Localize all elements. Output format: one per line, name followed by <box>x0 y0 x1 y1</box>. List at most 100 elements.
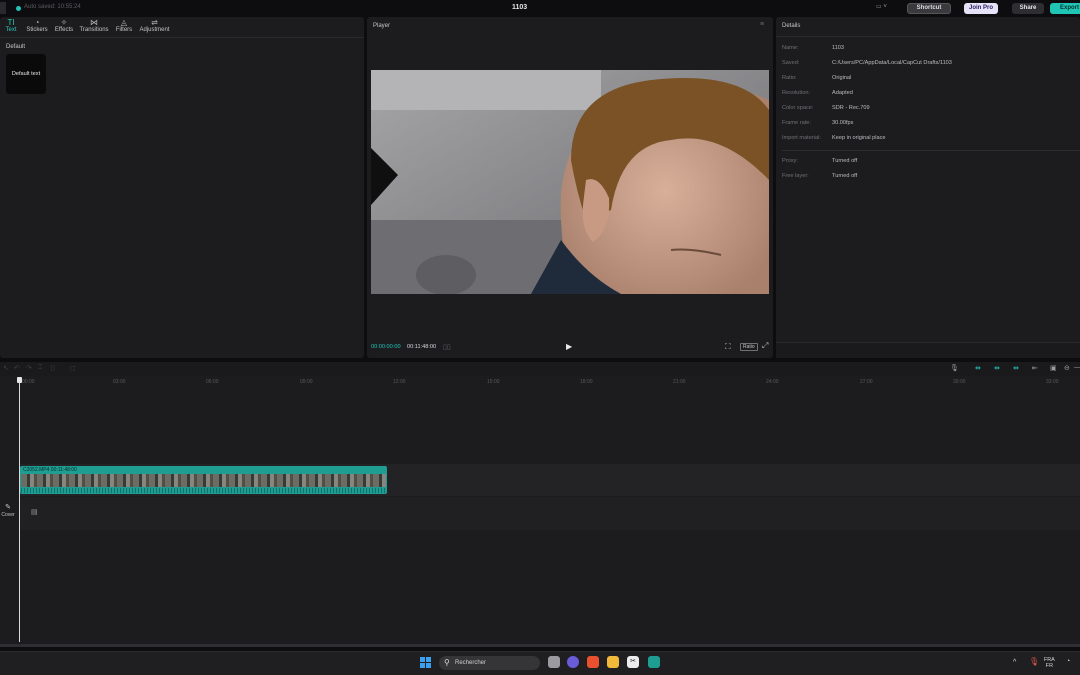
search-icon: ⚲ <box>444 658 450 667</box>
microphone-tray-icon[interactable]: 🎙 <box>1029 657 1039 666</box>
film-icon: ▤ <box>31 509 38 516</box>
detail-label: Import material: <box>782 135 821 141</box>
ruler-tick: 30:00 <box>953 379 966 385</box>
windows-start-icon[interactable] <box>420 657 431 668</box>
default-text-tile[interactable]: Default text <box>6 54 46 94</box>
auto-snap-icon[interactable]: ⇹ <box>994 364 1000 372</box>
video-preview[interactable] <box>371 70 769 294</box>
sticker-icon: ◔ <box>34 18 40 27</box>
cover-button[interactable]: ✎ Cover <box>0 504 16 524</box>
chevron-up-icon[interactable]: ^ <box>1013 659 1016 666</box>
search-placeholder: Rechercher <box>455 660 487 666</box>
ruler-tick: 09:00 <box>300 379 313 385</box>
tab-effects[interactable]: ✧ Effects <box>54 18 74 33</box>
layout-icon[interactable]: ▭ ˅ <box>876 3 894 13</box>
task-view-icon[interactable] <box>548 656 560 668</box>
ruler-tick: 27:00 <box>860 379 873 385</box>
detail-value: 1103 <box>832 45 845 51</box>
share-button[interactable]: Share <box>1012 3 1044 14</box>
detail-value: Turned off <box>832 173 858 179</box>
current-time: 00:00:00:00 <box>371 344 401 350</box>
ruler-tick: 18:00 <box>580 379 593 385</box>
timeline-toolbar <box>0 362 1080 376</box>
details-title: Details <box>782 23 801 29</box>
language-indicator[interactable]: FRA FR <box>1044 657 1055 669</box>
preview-axis-icon[interactable]: ⇤ <box>1032 364 1038 372</box>
ratio-button[interactable]: Ratio <box>740 343 758 351</box>
details-footer <box>776 342 1080 358</box>
detail-label: Frame rate: <box>782 120 811 126</box>
audio-track[interactable] <box>20 497 1080 530</box>
player-title: Player <box>373 23 391 29</box>
detail-value: C:/Users/PC/AppData/Local/CapCut Drafts/… <box>832 60 952 66</box>
playhead[interactable] <box>19 378 20 642</box>
details-divider <box>776 36 1080 37</box>
detail-label: Proxy: <box>782 158 798 164</box>
chat-icon[interactable] <box>567 656 579 668</box>
clip-audio-waveform <box>21 488 386 493</box>
capcut-icon[interactable]: ✂ <box>627 656 639 668</box>
zoom-out-icon[interactable]: ⊖ <box>1064 364 1070 372</box>
tab-filters[interactable]: ◬ Filters <box>114 18 134 33</box>
frame-icon[interactable]: ▯▯ <box>443 343 451 351</box>
details-divider <box>782 150 1080 151</box>
detail-value: Original <box>832 75 852 81</box>
project-title: 1103 <box>512 4 528 11</box>
text-icon: TI <box>7 18 15 27</box>
app-icon[interactable] <box>648 656 660 668</box>
detail-label: Color space: <box>782 105 814 111</box>
join-pro-button[interactable]: Join Pro <box>964 3 998 14</box>
autosave-status-icon <box>16 6 21 11</box>
split-icon[interactable]: ⌶ <box>38 364 42 372</box>
shortcut-button[interactable]: Shortcut <box>907 3 951 14</box>
tab-text[interactable]: TI Text <box>4 18 18 33</box>
menu-icon[interactable]: ≡ <box>760 21 764 28</box>
toolbar-divider <box>0 37 364 38</box>
file-explorer-icon[interactable] <box>607 656 619 668</box>
microphone-icon[interactable]: 🎙 <box>950 364 959 372</box>
detail-label: Ratio: <box>782 75 797 81</box>
detail-value: SDR - Rec.709 <box>832 105 870 111</box>
detail-value: Keep in original place <box>832 135 886 141</box>
details-panel <box>776 17 1080 358</box>
redo-icon[interactable]: ↷ <box>26 364 32 372</box>
detail-label: Resolution: <box>782 90 810 96</box>
section-label: Default <box>6 44 26 50</box>
tab-stickers[interactable]: ◔ Stickers <box>26 18 48 33</box>
export-button[interactable]: Export <box>1050 3 1080 14</box>
timeline-scrollbar[interactable] <box>0 644 1080 647</box>
playhead-handle[interactable] <box>17 377 22 383</box>
app-menu-icon[interactable] <box>0 2 6 14</box>
detail-value: 30.00fps <box>832 120 854 126</box>
zoom-slider-icon[interactable]: — <box>1074 364 1080 371</box>
tab-adjustment[interactable]: ⇌ Adjustment <box>138 18 171 33</box>
media-panel <box>0 17 364 358</box>
time-ruler[interactable] <box>20 376 1080 388</box>
pencil-icon: ✎ <box>5 504 11 511</box>
tab-transitions[interactable]: ⋈ Transitions <box>79 18 109 33</box>
network-icon[interactable]: ◔ <box>1066 658 1070 665</box>
ruler-tick: 21:00 <box>673 379 686 385</box>
ruler-tick: 00:00 <box>22 379 35 385</box>
detail-label: Free layer: <box>782 173 809 179</box>
play-button[interactable]: ▶ <box>566 342 572 351</box>
crop-icon[interactable]: ⛶ <box>725 342 731 352</box>
ruler-tick: 15:00 <box>487 379 500 385</box>
fullscreen-icon[interactable]: ⤢ <box>762 341 768 351</box>
undo-icon[interactable]: ↶ <box>14 364 20 372</box>
main-track-magnet-icon[interactable]: ⇹ <box>975 364 981 372</box>
linkage-icon[interactable]: ⇹ <box>1013 364 1019 372</box>
screen-icon[interactable]: ▣ <box>1050 364 1057 372</box>
ruler-tick: 06:00 <box>206 379 219 385</box>
brave-browser-icon[interactable] <box>587 656 599 668</box>
ruler-tick: 03:00 <box>113 379 126 385</box>
detail-label: Saved: <box>782 60 800 66</box>
select-icon[interactable]: ↖ <box>3 364 9 372</box>
video-frame <box>371 70 769 294</box>
ruler-tick: 12:00 <box>393 379 406 385</box>
clip-label: C2052.MP4 00:11:48:00 <box>23 467 77 473</box>
ruler-tick: 24:00 <box>766 379 779 385</box>
detail-label: Name: <box>782 45 799 51</box>
delete-icon[interactable]: ▯ <box>51 364 55 372</box>
freeze-icon[interactable]: ◻ <box>70 364 76 372</box>
